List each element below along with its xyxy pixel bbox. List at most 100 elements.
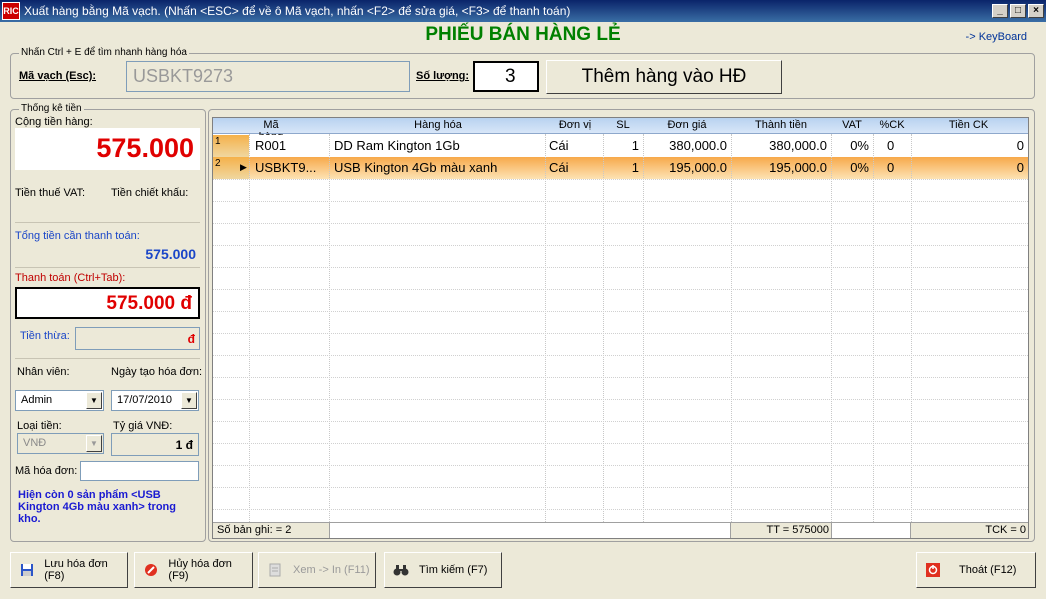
chevron-down-icon[interactable]: ▼ <box>86 435 102 452</box>
grid-column-line <box>249 134 250 522</box>
cell-unit[interactable]: Cái <box>549 138 603 153</box>
col-ck[interactable]: %CK <box>873 119 911 131</box>
currency-value: VNĐ <box>23 437 47 449</box>
chevron-down-icon[interactable]: ▼ <box>181 392 197 409</box>
col-hang-hoa[interactable]: Hàng hóa <box>331 119 545 131</box>
stock-note: Hiện còn 0 sản phẩm <USB Kington 4Gb màu… <box>18 489 176 525</box>
cell-ck[interactable]: 0 <box>887 160 907 175</box>
cell-vat[interactable]: 0% <box>831 160 869 175</box>
floppy-disk-icon <box>19 562 34 578</box>
search-button[interactable]: Tìm kiếm (F7) <box>384 552 502 588</box>
chevron-down-icon[interactable]: ▼ <box>86 392 102 409</box>
window-title: Xuất hàng bằng Mã vạch. (Nhấn <ESC> để v… <box>24 4 571 18</box>
exit-label: Thoát (F12) <box>959 564 1017 576</box>
date-value: 17/07/2010 <box>117 394 173 406</box>
row-number: 2 <box>215 158 221 169</box>
date-label: Ngày tạo hóa đơn: <box>111 366 202 378</box>
vat-label: Tiền thuế VAT: <box>15 187 86 199</box>
staff-label: Nhân viên: <box>17 366 70 378</box>
cell-tien-ck[interactable]: 0 <box>911 138 1024 153</box>
col-thanh-tien[interactable]: Thành tiền <box>731 119 831 131</box>
currency-label: Loại tiền: <box>17 420 62 432</box>
stats-legend: Thống kê tiền <box>19 103 84 114</box>
table-row[interactable]: 2 ▶ USBKT9... USB Kington 4Gb màu xanh C… <box>213 157 1028 179</box>
grid-header: Mã hàng Hàng hóa Đơn vị SL Đơn giá Thành… <box>213 118 1028 143</box>
exit-button[interactable]: Thoát (F12) <box>916 552 1036 588</box>
rate-value: 1 đ <box>111 433 199 456</box>
col-tien-ck[interactable]: Tiền CK <box>911 119 1026 131</box>
grid-column-line <box>873 134 874 522</box>
items-grid[interactable]: Mã hàng Hàng hóa Đơn vị SL Đơn giá Thành… <box>212 117 1029 539</box>
change-value: đ <box>75 327 200 350</box>
grid-row-line <box>213 179 1028 180</box>
cell-amount[interactable]: 195,000.0 <box>731 160 827 175</box>
payment-input[interactable]: 575.000 đ <box>15 287 200 319</box>
print-preview-button[interactable]: Xem -> In (F11) <box>258 552 376 588</box>
cell-unit[interactable]: Cái <box>549 160 603 175</box>
cell-qty[interactable]: 1 <box>603 160 639 175</box>
cell-code[interactable]: USBKT9... <box>255 160 329 175</box>
print-preview-label: Xem -> In (F11) <box>293 564 370 576</box>
power-icon <box>925 562 941 578</box>
invoice-label: Mã hóa đơn: <box>15 465 78 477</box>
barcode-label: Mã vạch (Esc): <box>19 70 97 82</box>
add-to-invoice-button[interactable]: Thêm hàng vào HĐ <box>546 60 782 94</box>
grid-column-line <box>603 134 604 522</box>
grid-row-line <box>213 509 1028 510</box>
save-invoice-label: Lưu hóa đơn (F8) <box>44 558 108 582</box>
col-sl[interactable]: SL <box>603 119 643 131</box>
cell-code[interactable]: R001 <box>255 138 329 153</box>
grid-column-line <box>831 134 832 522</box>
cell-price[interactable]: 380,000.0 <box>643 138 727 153</box>
col-don-gia[interactable]: Đơn giá <box>643 119 731 131</box>
print-preview-icon <box>267 562 283 578</box>
discount-label: Tiền chiết khấu: <box>111 187 189 199</box>
grid-row-line <box>213 245 1028 246</box>
save-invoice-button[interactable]: Lưu hóa đơn (F8) <box>10 552 128 588</box>
title-bar: RIC Xuất hàng bằng Mã vạch. (Nhấn <ESC> … <box>0 0 1046 22</box>
table-row[interactable]: 1 R001 DD Ram Kington 1Gb Cái 1 380,000.… <box>213 135 1028 157</box>
staff-select[interactable]: Admin ▼ <box>15 390 104 411</box>
close-button[interactable]: × <box>1028 4 1044 18</box>
grid-column-line <box>643 134 644 522</box>
grid-row-line <box>213 333 1028 334</box>
page-title: PHIẾU BÁN HÀNG LẺ <box>425 24 621 45</box>
total-goods-value: 575.000 <box>15 128 200 170</box>
cell-tien-ck[interactable]: 0 <box>911 160 1024 175</box>
keyboard-link[interactable]: -> KeyBoard <box>966 31 1027 43</box>
total-amount-footer: TT = 575000 <box>766 524 829 536</box>
col-vat[interactable]: VAT <box>831 119 873 131</box>
date-picker[interactable]: 17/07/2010 ▼ <box>111 390 199 411</box>
grid-column-line <box>911 134 912 522</box>
total-pay-label: Tổng tiền cần thanh toán: <box>15 230 140 242</box>
grid-row-line <box>213 443 1028 444</box>
maximize-button[interactable]: □ <box>1010 4 1026 18</box>
barcode-input[interactable]: USBKT9273 <box>126 61 410 92</box>
cell-amount[interactable]: 380,000.0 <box>731 138 827 153</box>
qty-label: Số lượng: <box>416 70 470 82</box>
invoice-input[interactable] <box>80 461 199 481</box>
qty-input[interactable]: 3 <box>473 61 539 92</box>
grid-footer: Số bản ghi: = 2 TT = 575000 TCK = 0 <box>213 522 1028 538</box>
cancel-invoice-button[interactable]: Hủy hóa đơn (F9) <box>134 552 253 588</box>
grid-row-line <box>213 377 1028 378</box>
grid-row-line <box>213 399 1028 400</box>
cell-vat[interactable]: 0% <box>831 138 869 153</box>
currency-select[interactable]: VNĐ ▼ <box>17 433 104 454</box>
row-number: 1 <box>215 136 221 147</box>
cell-name[interactable]: DD Ram Kington 1Gb <box>334 138 546 153</box>
cell-qty[interactable]: 1 <box>603 138 639 153</box>
cell-ck[interactable]: 0 <box>887 138 907 153</box>
grid-row-line <box>213 465 1028 466</box>
cell-price[interactable]: 195,000.0 <box>643 160 727 175</box>
cell-name[interactable]: USB Kington 4Gb màu xanh <box>334 160 546 175</box>
binoculars-icon <box>393 562 409 578</box>
change-label: Tiền thừa: <box>20 330 70 342</box>
current-row-icon: ▶ <box>240 162 247 172</box>
col-don-vi[interactable]: Đơn vị <box>547 119 603 131</box>
minimize-button[interactable]: _ <box>992 4 1008 18</box>
search-label: Tìm kiếm (F7) <box>419 564 488 576</box>
grid-row-line <box>213 311 1028 312</box>
grid-row-line <box>213 223 1028 224</box>
cancel-invoice-label: Hủy hóa đơn (F9) <box>168 558 232 582</box>
